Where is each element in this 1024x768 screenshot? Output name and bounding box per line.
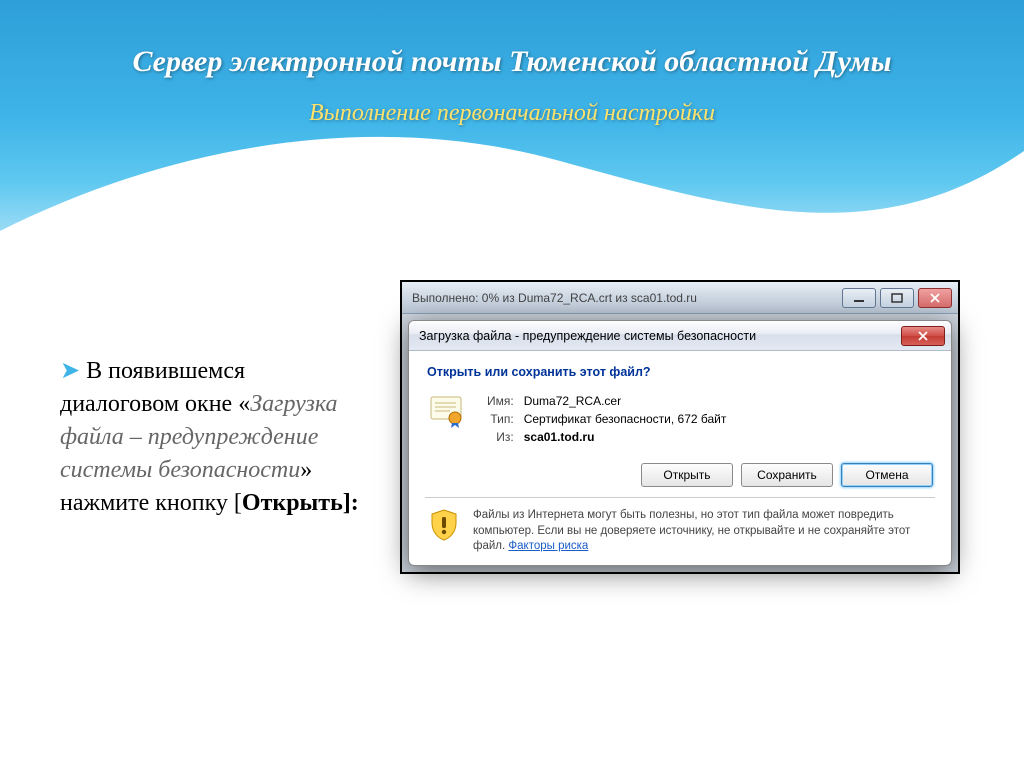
slide-subtitle: Выполнение первоначальной настройки [0,100,1024,127]
window-title: Выполнено: 0% из Duma72_RCA.crt из sca01… [412,291,842,305]
warning-shield-icon [427,508,461,542]
instruction-button-name: Открыть [242,490,343,516]
slide-title: Сервер электронной почты Тюменской облас… [0,45,1024,79]
window-titlebar: Выполнено: 0% из Duma72_RCA.crt из sca01… [402,282,958,314]
window-minimize-button[interactable] [842,288,876,308]
header-curve [0,121,1024,261]
label-name: Имя: [483,393,518,409]
label-from: Из: [483,429,518,445]
value-name: Duma72_RCA.cer [520,393,731,409]
close-icon [917,331,929,341]
dialog-question: Открыть или сохранить этот файл? [427,365,933,379]
save-button[interactable]: Сохранить [741,463,833,487]
value-from: sca01.tod.ru [520,429,731,445]
dialog-titlebar: Загрузка файла - предупреждение системы … [409,321,951,351]
cancel-button[interactable]: Отмена [841,463,933,487]
warning-block: Файлы из Интернета могут быть полезны, н… [427,508,933,555]
header-band [0,0,1024,260]
window-close-button[interactable] [918,288,952,308]
dialog-close-button[interactable] [901,326,945,346]
instruction-text: ➤В появившемся диалоговом окне «Загрузка… [60,355,370,521]
file-download-security-dialog: Загрузка файла - предупреждение системы … [408,320,952,566]
value-type: Сертификат безопасности, 672 байт [520,411,731,427]
label-type: Тип: [483,411,518,427]
window-maximize-button[interactable] [880,288,914,308]
separator [425,497,935,498]
file-meta: Имя:Duma72_RCA.cer Тип:Сертификат безопа… [481,391,732,447]
risk-factors-link[interactable]: Факторы риска [508,540,588,552]
bullet-arrow-icon: ➤ [60,358,80,384]
download-progress-window: Выполнено: 0% из Duma72_RCA.crt из sca01… [400,280,960,574]
dialog-title: Загрузка файла - предупреждение системы … [419,329,901,343]
open-button[interactable]: Открыть [641,463,733,487]
certificate-icon [427,391,467,431]
